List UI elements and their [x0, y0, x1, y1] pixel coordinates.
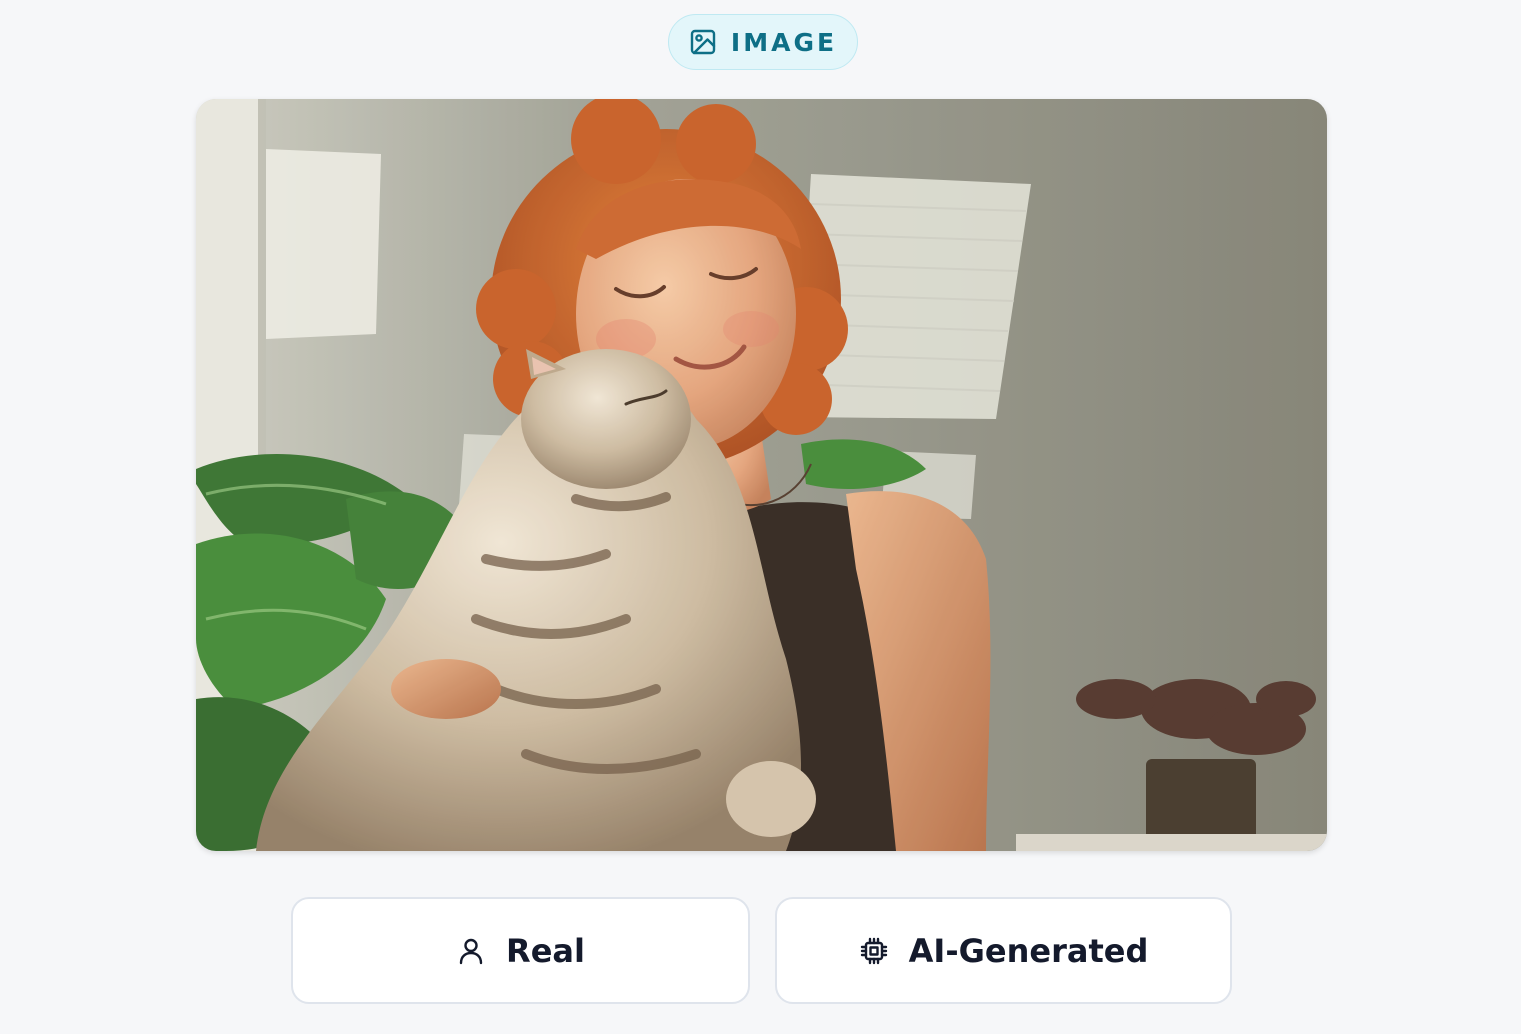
ai-generated-button[interactable]: AI-Generated	[775, 897, 1232, 1004]
chip-icon	[859, 936, 889, 966]
person-icon	[456, 936, 486, 966]
real-button[interactable]: Real	[291, 897, 750, 1004]
real-button-label: Real	[506, 931, 585, 970]
media-type-badge: IMAGE	[668, 14, 858, 70]
candidate-photo	[196, 99, 1327, 851]
woman-hugging-cat-photo	[196, 99, 1327, 851]
page: IMAGE Real AI-Generated	[0, 0, 1521, 1034]
image-icon	[689, 28, 717, 56]
badge-label: IMAGE	[730, 27, 838, 57]
ai-generated-button-label: AI-Generated	[908, 931, 1149, 970]
